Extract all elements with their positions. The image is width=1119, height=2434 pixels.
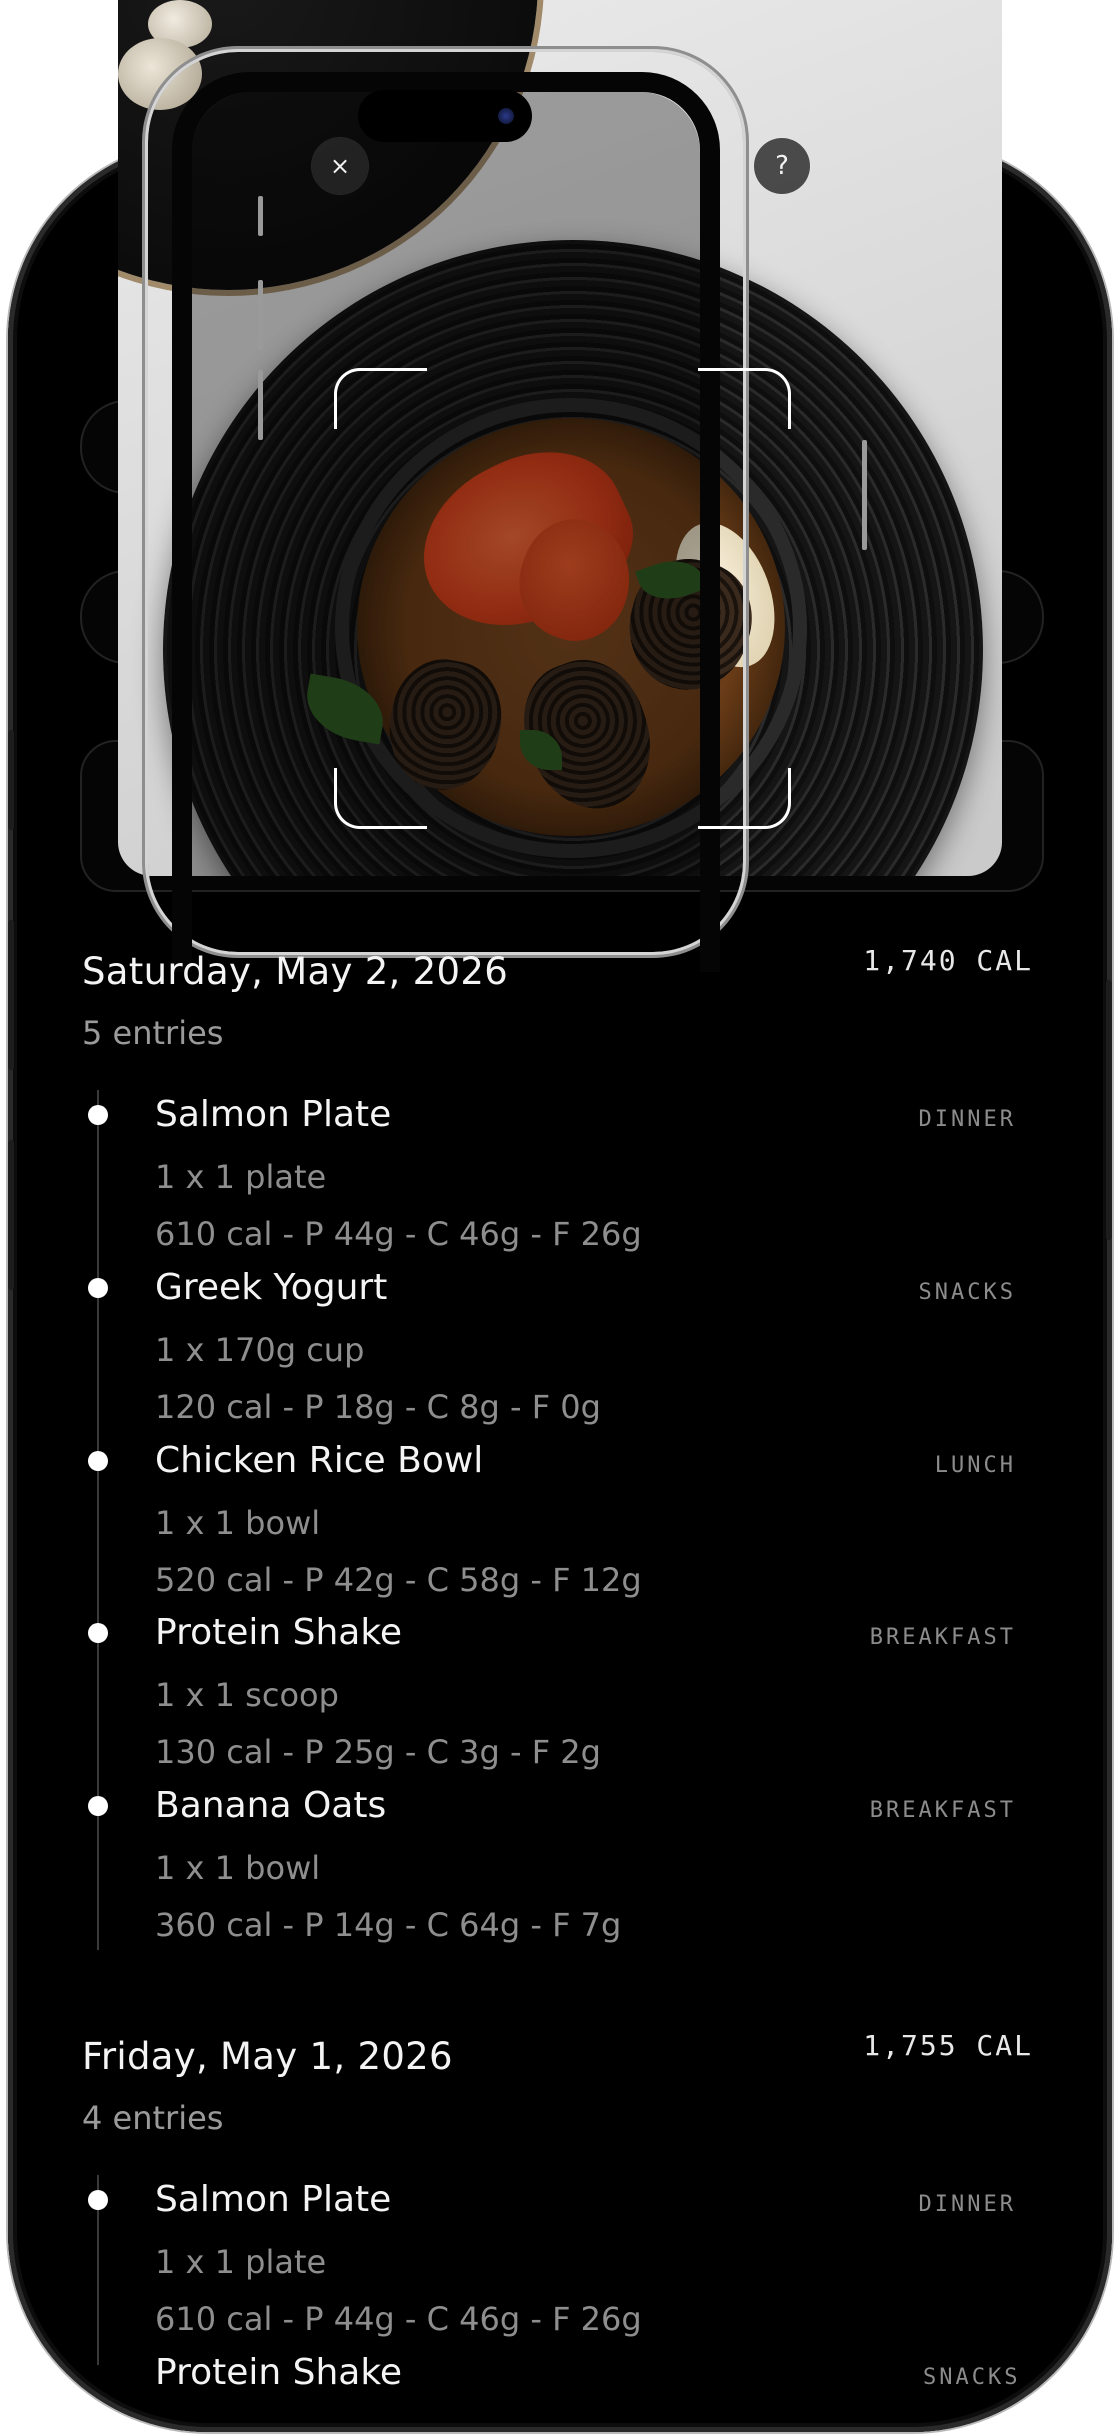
day-calorie-total: 1,755 CAL bbox=[863, 2029, 1033, 2062]
inner-phone-side-button bbox=[258, 370, 263, 440]
entry-macros: 120 cal - P 18g - C 8g - F 0g bbox=[155, 1388, 601, 1426]
timeline-line bbox=[97, 1090, 99, 1950]
device-action-button bbox=[8, 730, 14, 830]
inner-phone-side-button bbox=[862, 440, 867, 550]
help-button[interactable]: ? bbox=[754, 138, 810, 194]
device-power-button bbox=[1106, 980, 1112, 1240]
scan-corner-top-left bbox=[334, 368, 427, 429]
entry-name: Banana Oats bbox=[155, 1785, 387, 1826]
device-volume-down-button bbox=[8, 1140, 14, 1290]
entry-name: Salmon Plate bbox=[155, 1094, 392, 1135]
day-date: Saturday, May 2, 2026 bbox=[82, 950, 509, 993]
entry-meal-tag: SNACKS bbox=[923, 2365, 1021, 2390]
entry-serving: 1 x 1 plate bbox=[155, 1158, 327, 1196]
scan-corner-bottom-left bbox=[334, 768, 427, 829]
close-icon: × bbox=[329, 152, 351, 180]
timeline-dot bbox=[88, 1105, 108, 1125]
entry-name: Salmon Plate bbox=[155, 2179, 392, 2220]
entry-macros: 360 cal - P 14g - C 64g - F 7g bbox=[155, 1906, 622, 1944]
entry-meal-tag: BREAKFAST bbox=[869, 1625, 1016, 1650]
entry-serving: 1 x 1 scoop bbox=[155, 1676, 339, 1714]
entry-macros: 610 cal - P 44g - C 46g - F 26g bbox=[155, 1215, 642, 1253]
entry-macros: 130 cal - P 25g - C 3g - F 2g bbox=[155, 1733, 601, 1771]
timeline-dot bbox=[88, 1278, 108, 1298]
entry-meal-tag: LUNCH bbox=[934, 1453, 1016, 1478]
entry-macros: 610 cal - P 44g - C 46g - F 26g bbox=[155, 2300, 642, 2338]
entry-serving: 1 x 170g cup bbox=[155, 1331, 365, 1369]
inner-phone-side-button bbox=[258, 280, 263, 350]
inner-phone-side-button bbox=[258, 196, 263, 236]
entry-meal-tag: DINNER bbox=[918, 2192, 1016, 2217]
entry-meal-tag: SNACKS bbox=[918, 1280, 1016, 1305]
close-button[interactable]: × bbox=[312, 138, 368, 194]
entry-name: Protein Shake bbox=[155, 1612, 403, 1653]
day-entry-count: 4 entries bbox=[82, 2099, 224, 2137]
entry-meal-tag: BREAKFAST bbox=[869, 1798, 1016, 1823]
day-entry-count: 5 entries bbox=[82, 1014, 224, 1052]
inner-phone-bezel bbox=[172, 72, 720, 972]
timeline-dot bbox=[88, 1451, 108, 1471]
day-calorie-total: 1,740 CAL bbox=[863, 944, 1033, 977]
entry-name: Greek Yogurt bbox=[155, 1267, 388, 1308]
entry-name: Protein Shake bbox=[155, 2352, 403, 2393]
entry-name: Chicken Rice Bowl bbox=[155, 1440, 484, 1481]
device-volume-up-button bbox=[8, 920, 14, 1070]
scan-corner-top-right bbox=[698, 368, 791, 429]
timeline-dot bbox=[88, 1623, 108, 1643]
entry-meal-tag: DINNER bbox=[918, 1107, 1016, 1132]
day-date: Friday, May 1, 2026 bbox=[82, 2035, 453, 2078]
timeline-dot bbox=[88, 1796, 108, 1816]
front-camera-icon bbox=[498, 108, 514, 124]
timeline-dot bbox=[88, 2190, 108, 2210]
entry-serving: 1 x 1 bowl bbox=[155, 1504, 321, 1542]
entry-serving: 1 x 1 bowl bbox=[155, 1849, 321, 1887]
entry-macros: 520 cal - P 42g - C 58g - F 12g bbox=[155, 1561, 642, 1599]
scan-corner-bottom-right bbox=[698, 768, 791, 829]
entry-serving: 1 x 1 plate bbox=[155, 2243, 327, 2281]
help-icon: ? bbox=[775, 151, 789, 181]
